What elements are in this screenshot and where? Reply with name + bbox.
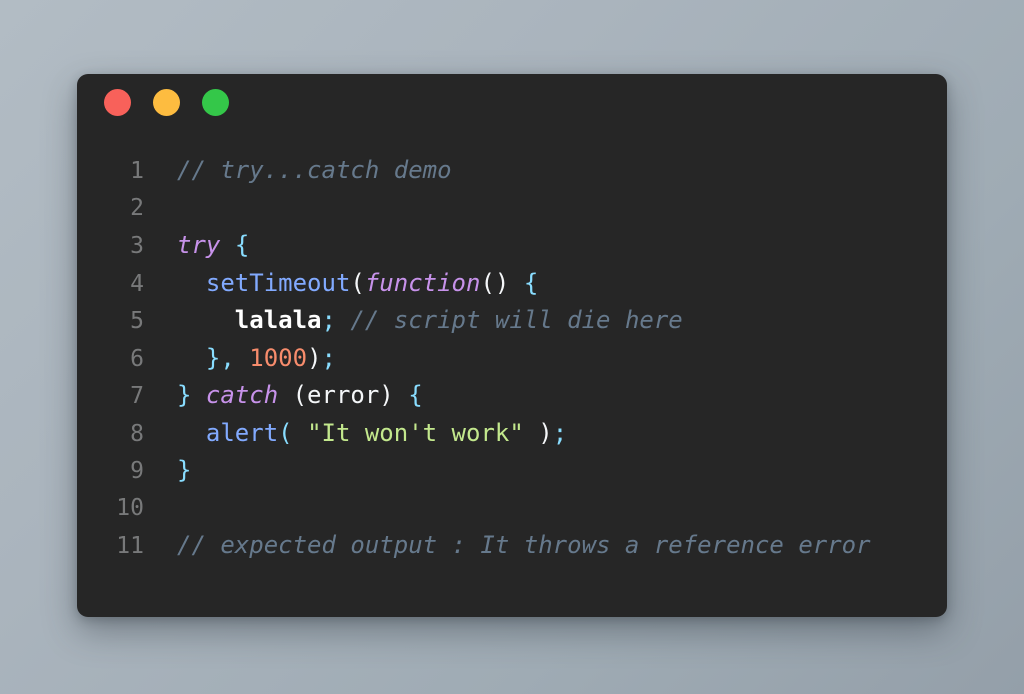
token-comment: // try...catch demo bbox=[177, 156, 452, 184]
token-ident: lalala bbox=[234, 306, 322, 334]
close-button[interactable] bbox=[104, 88, 131, 116]
line-number: 11 bbox=[116, 533, 144, 559]
line-number: 1 bbox=[130, 158, 144, 184]
token-comment: // script will die here bbox=[350, 306, 683, 334]
maximize-button[interactable] bbox=[202, 88, 229, 116]
line-content[interactable]: try { bbox=[144, 227, 249, 265]
token-punct: } bbox=[177, 381, 192, 409]
token-punct: { bbox=[523, 268, 539, 297]
token-func: setTimeout bbox=[205, 268, 351, 297]
token-plain: ) bbox=[538, 418, 553, 447]
line-content[interactable]: }, 1000); bbox=[144, 340, 336, 378]
token-punct: ; bbox=[321, 306, 336, 334]
token-keyword: try bbox=[177, 231, 221, 259]
code-line[interactable]: 2 bbox=[77, 190, 947, 228]
code-editor[interactable]: 1// try...catch demo 2 3 try {4 setTimeout(… bbox=[77, 130, 947, 617]
code-line[interactable]: 3 try { bbox=[77, 227, 947, 265]
token-string: "It won't work" bbox=[307, 418, 524, 447]
token-plain: ) bbox=[307, 343, 322, 372]
code-line[interactable]: 9} bbox=[77, 452, 947, 490]
token-punct: { bbox=[234, 231, 250, 259]
code-line[interactable]: 5 lalala; // script will die here bbox=[77, 302, 947, 340]
code-line[interactable]: 6 }, 1000); bbox=[77, 340, 947, 378]
line-number: 6 bbox=[130, 345, 144, 372]
line-number: 7 bbox=[130, 383, 144, 409]
token-comment: // expected output : It throws a referen… bbox=[177, 531, 871, 559]
line-number: 4 bbox=[130, 270, 144, 297]
code-line[interactable]: 1 // try...catch demo bbox=[77, 152, 947, 190]
token-punct: { bbox=[408, 381, 423, 409]
line-content[interactable]: setTimeout(function() { bbox=[144, 265, 538, 303]
token-func: alert bbox=[205, 418, 279, 447]
line-content[interactable]: lalala; // script will die here bbox=[144, 302, 683, 340]
token-plain: (error) bbox=[278, 381, 409, 409]
token-number: 1000 bbox=[249, 343, 308, 372]
line-number: 3 bbox=[130, 233, 144, 259]
token-punct: ; bbox=[321, 343, 336, 372]
code-line[interactable]: 4 setTimeout(function() { bbox=[77, 265, 947, 303]
line-number: 2 bbox=[130, 194, 144, 221]
line-content[interactable]: } catch (error) { bbox=[144, 377, 423, 415]
line-number: 10 bbox=[116, 494, 144, 521]
line-content[interactable]: alert( "It won't work" ); bbox=[144, 415, 567, 453]
code-line[interactable]: 11 // expected output : It throws a refer… bbox=[77, 527, 947, 565]
code-snippet-card: 1// try...catch demo 2 3 try {4 setTimeout(… bbox=[77, 74, 947, 617]
line-content[interactable]: } bbox=[144, 452, 191, 490]
line-number: 5 bbox=[130, 308, 144, 334]
token-plain: () bbox=[480, 268, 510, 297]
line-content[interactable]: // expected output : It throws a referen… bbox=[144, 527, 871, 565]
token-punct: ( bbox=[278, 418, 293, 447]
token-keyword: catch bbox=[205, 381, 279, 409]
token-punct: }, bbox=[205, 343, 235, 372]
code-line[interactable]: 7} catch (error) { bbox=[77, 377, 947, 415]
token-plain: ( bbox=[350, 268, 365, 297]
window-titlebar bbox=[77, 74, 947, 130]
token-keyword: function bbox=[364, 268, 481, 297]
code-line[interactable]: 8 alert( "It won't work" ); bbox=[77, 415, 947, 453]
minimize-button[interactable] bbox=[153, 88, 180, 116]
token-punct: } bbox=[177, 456, 192, 484]
line-number: 8 bbox=[130, 420, 144, 447]
page-backdrop: 1// try...catch demo 2 3 try {4 setTimeout(… bbox=[0, 0, 1024, 694]
token-punct: ; bbox=[552, 418, 568, 447]
line-number: 9 bbox=[130, 458, 144, 484]
line-content[interactable]: // try...catch demo bbox=[144, 152, 452, 190]
code-line[interactable]: 10 bbox=[77, 490, 947, 528]
